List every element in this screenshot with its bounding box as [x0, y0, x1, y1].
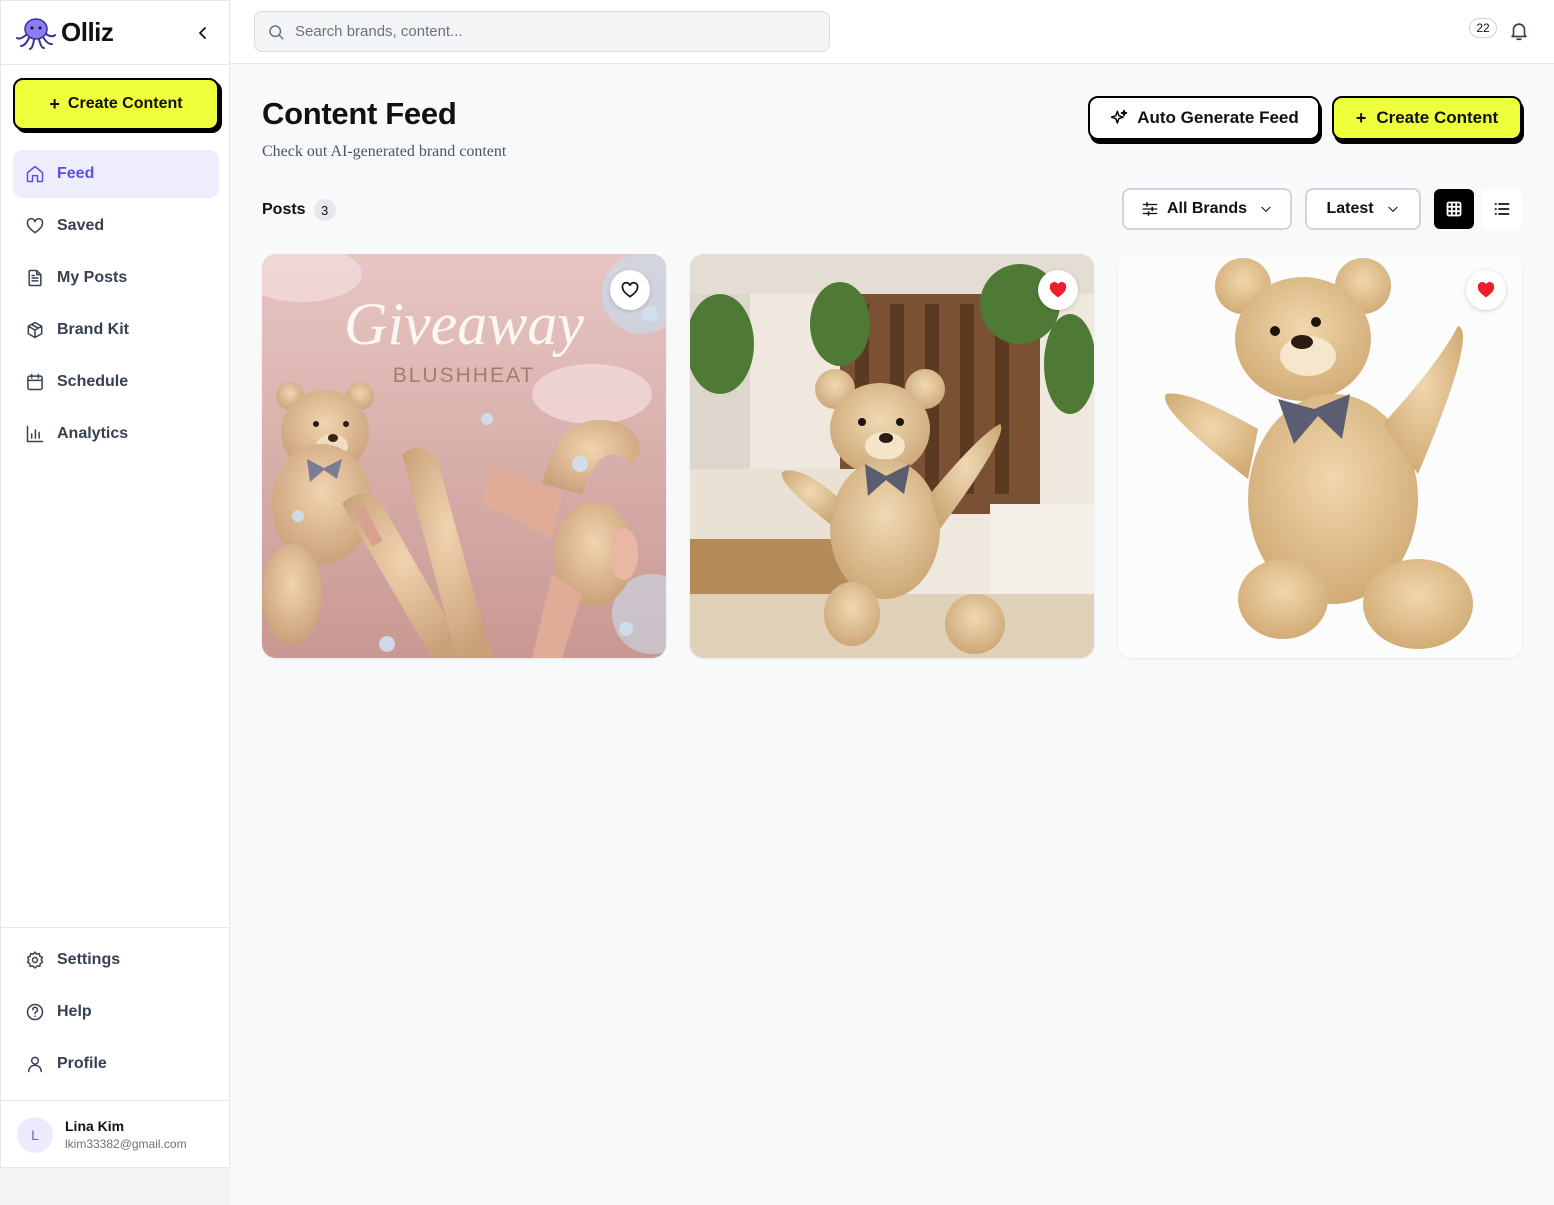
- avatar: L: [17, 1116, 53, 1153]
- main-content: Content Feed Check out AI-generated bran…: [230, 64, 1554, 1205]
- bar-chart-icon: [26, 425, 44, 443]
- sidebar: Olliz + Create Content Feed Saved My Pos…: [0, 0, 230, 1168]
- post-image: Giveaway BLUSHHEAT: [262, 254, 666, 658]
- post-brand-text: BLUSHHEAT: [393, 364, 535, 387]
- heart-icon: [26, 217, 44, 234]
- heart-outline-icon: [621, 281, 639, 298]
- sidebar-item-label: Brand Kit: [57, 321, 129, 338]
- sidebar-item-label: Settings: [57, 951, 121, 968]
- app-name: Olliz: [61, 17, 114, 47]
- create-content-label: Create Content: [1376, 108, 1499, 127]
- sidebar-item-analytics[interactable]: Analytics: [13, 410, 219, 458]
- list-view-button[interactable]: [1482, 189, 1522, 229]
- search-box: [254, 11, 830, 52]
- chevron-left-icon: [199, 27, 206, 39]
- user-icon: [28, 1056, 42, 1073]
- sidebar-item-feed[interactable]: Feed: [13, 150, 219, 198]
- main-nav: Feed Saved My Posts Brand Kit Schedule A…: [13, 150, 219, 462]
- sort-dropdown[interactable]: Latest: [1305, 188, 1421, 230]
- sidebar-item-profile[interactable]: Profile: [13, 1040, 219, 1088]
- notifications-button[interactable]: [1508, 20, 1532, 44]
- like-button[interactable]: [1466, 270, 1506, 310]
- sidebar-item-my-posts[interactable]: My Posts: [13, 254, 219, 302]
- package-icon: [27, 321, 43, 339]
- plus-icon: +: [49, 93, 60, 114]
- topbar: 22: [230, 0, 1554, 64]
- page-subtitle: Check out AI-generated brand content: [262, 143, 507, 160]
- user-email: lkim33382@gmail.com: [65, 1137, 187, 1151]
- page-title: Content Feed: [262, 96, 457, 131]
- credits-count-badge: 22: [1469, 18, 1497, 38]
- sidebar-item-label: Saved: [57, 217, 105, 234]
- heart-filled-icon: [1049, 282, 1067, 298]
- bell-icon: [1511, 23, 1527, 41]
- sidebar-item-schedule[interactable]: Schedule: [13, 358, 219, 406]
- sort-label: Latest: [1326, 200, 1374, 217]
- sidebar-item-label: Help: [57, 1003, 92, 1020]
- chevron-down-icon: [1261, 206, 1271, 212]
- grid-view-button[interactable]: [1434, 189, 1474, 229]
- brand-header: Olliz: [1, 1, 229, 65]
- sidebar-create-label: Create Content: [67, 95, 183, 112]
- sidebar-item-settings[interactable]: Settings: [13, 936, 219, 984]
- user-card[interactable]: L Lina Kim lkim33382@gmail.com: [1, 1101, 229, 1168]
- post-image: [1118, 254, 1522, 658]
- post-title-text: Giveaway: [344, 291, 584, 357]
- chevron-down-icon: [1387, 206, 1398, 212]
- plus-icon: +: [1355, 107, 1367, 128]
- grid-icon: [1446, 201, 1462, 217]
- search-icon: [269, 24, 284, 39]
- heart-filled-icon: [1477, 282, 1495, 298]
- sidebar-item-label: Feed: [57, 165, 95, 182]
- sidebar-item-brand-kit[interactable]: Brand Kit: [13, 306, 219, 354]
- post-card[interactable]: [690, 254, 1094, 658]
- sliders-icon: [1142, 202, 1158, 216]
- sidebar-create-content-button[interactable]: + Create Content: [13, 78, 219, 130]
- document-icon: [28, 269, 42, 287]
- brand-filter-dropdown[interactable]: All Brands: [1122, 188, 1292, 230]
- sidebar-item-help[interactable]: Help: [13, 988, 219, 1036]
- secondary-nav: Settings Help Profile: [13, 928, 219, 1092]
- sidebar-item-saved[interactable]: Saved: [13, 202, 219, 250]
- like-button[interactable]: [610, 270, 650, 310]
- octopus-logo-icon: [16, 17, 56, 50]
- calendar-icon: [27, 373, 43, 391]
- user-name: Lina Kim: [65, 1118, 125, 1134]
- help-circle-icon: [26, 1003, 44, 1021]
- posts-heading: Posts 3: [262, 199, 336, 221]
- sidebar-item-label: My Posts: [57, 269, 128, 286]
- post-card[interactable]: Giveaway BLUSHHEAT: [262, 254, 666, 658]
- sidebar-item-label: Analytics: [57, 425, 129, 442]
- create-content-button[interactable]: + Create Content: [1332, 96, 1522, 140]
- posts-label: Posts: [262, 201, 306, 218]
- posts-count-badge: 3: [313, 199, 336, 221]
- brand-filter-label: All Brands: [1166, 200, 1247, 217]
- post-image: [690, 254, 1094, 658]
- like-button[interactable]: [1038, 270, 1078, 310]
- auto-generate-label: Auto Generate Feed: [1137, 108, 1299, 127]
- sidebar-item-label: Profile: [57, 1055, 107, 1072]
- user-info: Lina Kim lkim33382@gmail.com: [65, 1118, 187, 1151]
- auto-generate-feed-button[interactable]: Auto Generate Feed: [1088, 96, 1320, 140]
- gear-icon: [26, 951, 44, 969]
- search-input[interactable]: [295, 23, 815, 40]
- list-icon: [1494, 203, 1510, 215]
- home-icon: [26, 165, 44, 183]
- collapse-sidebar-button[interactable]: [191, 21, 215, 45]
- post-card[interactable]: [1118, 254, 1522, 658]
- sidebar-item-label: Schedule: [57, 373, 129, 390]
- sparkles-icon: [1110, 109, 1128, 124]
